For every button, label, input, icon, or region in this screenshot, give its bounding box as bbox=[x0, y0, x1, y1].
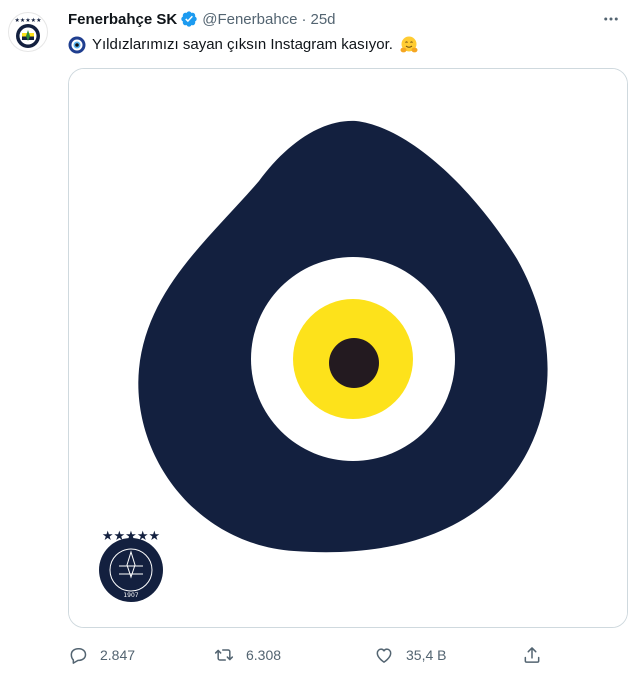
retweet-button[interactable]: 6.308 bbox=[214, 645, 374, 665]
tweet: ★★★★★ Fenerbahçe SK @Fenerbahce · 25d Yı… bbox=[0, 0, 640, 677]
tweet-image[interactable]: ★★★★★ 1907 bbox=[68, 68, 628, 628]
separator-dot: · bbox=[301, 10, 307, 28]
evil-eye-icon: ★★★★★ 1907 bbox=[69, 69, 627, 627]
heart-icon bbox=[376, 648, 392, 663]
retweet-count: 6.308 bbox=[246, 647, 282, 663]
verified-badge-icon bbox=[180, 10, 198, 28]
tweet-header: Fenerbahçe SK @Fenerbahce · 25d bbox=[68, 9, 336, 29]
like-count: 35,4 B bbox=[406, 647, 447, 663]
tweet-text: Yıldızlarımızı sayan çıksın Instagram ka… bbox=[68, 35, 419, 55]
hugging-face-icon bbox=[399, 35, 419, 55]
share-icon bbox=[524, 647, 540, 663]
handle[interactable]: @Fenerbahce bbox=[202, 11, 297, 28]
display-name[interactable]: Fenerbahçe SK bbox=[68, 11, 177, 28]
avatar[interactable]: ★★★★★ bbox=[8, 12, 48, 52]
reply-count: 2.847 bbox=[100, 647, 136, 663]
timestamp[interactable]: 25d bbox=[311, 11, 336, 28]
club-crest-icon: ★★★★★ 1907 bbox=[99, 529, 163, 602]
more-options-icon[interactable] bbox=[600, 8, 622, 30]
share-button[interactable] bbox=[522, 645, 542, 665]
tweet-body: Yıldızlarımızı sayan çıksın Instagram ka… bbox=[92, 36, 393, 53]
like-button[interactable]: 35,4 B bbox=[374, 645, 522, 665]
svg-text:★★★★★: ★★★★★ bbox=[15, 17, 42, 24]
reply-icon bbox=[70, 648, 87, 664]
tweet-actions: 2.847 6.308 35,4 B bbox=[68, 640, 558, 670]
svg-text:1907: 1907 bbox=[123, 592, 138, 599]
nazar-boncugu-icon bbox=[68, 36, 86, 54]
retweet-icon bbox=[214, 649, 234, 661]
fenerbahce-crest-icon: ★★★★★ bbox=[15, 17, 42, 48]
reply-button[interactable]: 2.847 bbox=[68, 645, 214, 665]
